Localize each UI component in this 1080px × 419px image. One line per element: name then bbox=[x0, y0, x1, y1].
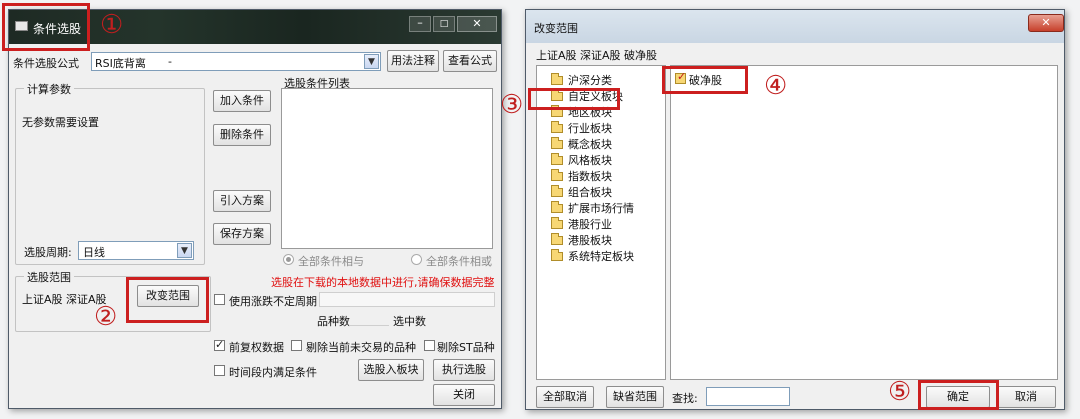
block-list[interactable]: ✓ 破净股 bbox=[670, 65, 1058, 380]
import-scheme-button[interactable]: 引入方案 bbox=[213, 190, 271, 212]
add-condition-button[interactable]: 加入条件 bbox=[213, 90, 271, 112]
exclude-st-label: 剔除ST品种 bbox=[437, 341, 495, 354]
delete-condition-button[interactable]: 删除条件 bbox=[213, 124, 271, 146]
close-button[interactable]: 关闭 bbox=[433, 384, 495, 406]
usage-notes-button[interactable]: 用法注释 bbox=[387, 50, 439, 72]
period-value: 日线 bbox=[83, 246, 105, 259]
annotation-number-4: ④ bbox=[764, 71, 788, 101]
select-into-block-button[interactable]: 选股入板块 bbox=[358, 359, 424, 381]
formula-value: RSI底背离 bbox=[95, 57, 146, 70]
folder-icon bbox=[551, 73, 563, 85]
pre-adjust-label: 前复权数据 bbox=[229, 341, 284, 354]
range-group-label: 选股范围 bbox=[24, 269, 74, 285]
close-window-button[interactable]: ✕ bbox=[1028, 14, 1064, 32]
folder-icon bbox=[551, 137, 563, 149]
volatile-period-checkbox[interactable] bbox=[214, 294, 225, 305]
view-formula-button[interactable]: 查看公式 bbox=[443, 50, 497, 72]
period-label: 选股周期: bbox=[24, 246, 72, 259]
annotation-number-3: ③ bbox=[500, 90, 524, 120]
titlebar[interactable]: 改变范围 ✕ bbox=[526, 10, 1064, 43]
annotation-number-2: ② bbox=[94, 302, 118, 332]
params-group-label: 计算参数 bbox=[24, 81, 74, 97]
folder-icon bbox=[551, 217, 563, 229]
all-and-radio[interactable] bbox=[283, 254, 294, 265]
exclude-untraded-label: 剔除当前未交易的品种 bbox=[306, 341, 416, 354]
pre-adjust-checkbox[interactable] bbox=[214, 338, 225, 351]
volatile-period-label: 使用涨跌不定周期 bbox=[229, 295, 317, 308]
exclude-untraded-checkbox[interactable] bbox=[291, 340, 302, 351]
folder-icon bbox=[551, 169, 563, 181]
current-range-text: 上证A股 深证A股 破净股 bbox=[536, 49, 658, 62]
minimize-button[interactable]: – bbox=[409, 16, 431, 32]
category-tree[interactable]: 沪深分类 自定义板块 地区板块 行业板块 概念板块 风格板块 指数板块 组合板块… bbox=[536, 65, 666, 380]
formula-select[interactable]: RSI底背离 - ▼ bbox=[91, 52, 381, 71]
no-params-text: 无参数需要设置 bbox=[22, 116, 99, 129]
maximize-button[interactable]: □ bbox=[433, 16, 455, 32]
params-group: 计算参数 无参数需要设置 选股周期: 日线 ▼ bbox=[15, 81, 205, 265]
annotation-box-1 bbox=[2, 3, 90, 51]
window-title: 改变范围 bbox=[534, 22, 578, 35]
default-range-button[interactable]: 缺省范围 bbox=[606, 386, 664, 408]
folder-icon bbox=[551, 185, 563, 197]
formula-dash: - bbox=[168, 55, 172, 68]
change-range-window: 改变范围 ✕ 上证A股 深证A股 破净股 沪深分类 自定义板块 地区板块 行业板… bbox=[525, 9, 1065, 410]
all-or-radio[interactable] bbox=[411, 254, 422, 265]
condition-list[interactable] bbox=[281, 88, 493, 249]
annotation-box-5 bbox=[918, 380, 999, 410]
annotation-box-3 bbox=[528, 88, 620, 110]
close-window-button[interactable]: ✕ bbox=[457, 16, 497, 32]
period-select[interactable]: 日线 ▼ bbox=[78, 241, 194, 260]
time-range-label: 时间段内满足条件 bbox=[229, 366, 317, 379]
formula-label: 条件选股公式 bbox=[13, 57, 79, 70]
all-and-label: 全部条件相与 bbox=[298, 255, 364, 268]
all-or-label: 全部条件相或 bbox=[426, 255, 492, 268]
folder-icon bbox=[551, 249, 563, 261]
exclude-st-checkbox[interactable] bbox=[424, 340, 435, 351]
folder-icon bbox=[551, 201, 563, 213]
execute-select-button[interactable]: 执行选股 bbox=[433, 359, 495, 381]
chevron-down-icon[interactable]: ▼ bbox=[177, 243, 192, 258]
annotation-box-2 bbox=[126, 277, 209, 323]
stock-count-label: 品种数 bbox=[317, 315, 350, 328]
annotation-number-1: ① bbox=[100, 10, 124, 40]
chevron-down-icon[interactable]: ▼ bbox=[364, 54, 379, 69]
cancel-button[interactable]: 取消 bbox=[996, 386, 1056, 408]
search-label: 查找: bbox=[672, 392, 698, 405]
annotation-box-4 bbox=[662, 66, 748, 94]
selected-count-label: 选中数 bbox=[393, 315, 426, 328]
folder-icon bbox=[551, 233, 563, 245]
data-warning: 选股在下载的本地数据中进行,请确保数据完整 bbox=[271, 276, 495, 289]
search-input[interactable] bbox=[706, 387, 790, 406]
folder-icon bbox=[551, 121, 563, 133]
deselect-all-button[interactable]: 全部取消 bbox=[536, 386, 594, 408]
save-scheme-button[interactable]: 保存方案 bbox=[213, 223, 271, 245]
count-divider bbox=[349, 312, 389, 326]
folder-icon bbox=[551, 153, 563, 165]
condition-select-window: 条件选股 – □ ✕ 条件选股公式 RSI底背离 - ▼ 用法注释 查看公式 计… bbox=[8, 9, 502, 409]
annotation-number-5: ⑤ bbox=[888, 377, 912, 407]
time-range-checkbox[interactable] bbox=[214, 365, 225, 376]
volatile-period-input[interactable] bbox=[319, 292, 495, 307]
